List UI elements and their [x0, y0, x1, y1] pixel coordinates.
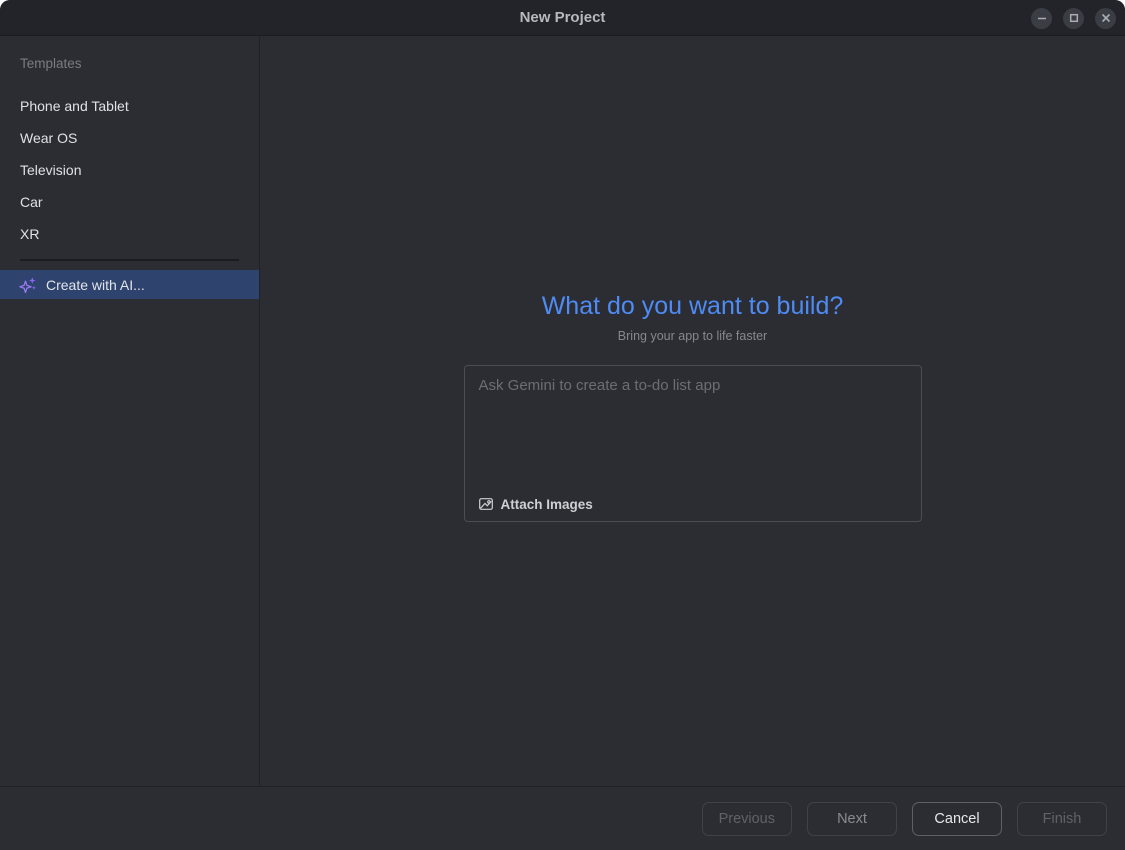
sidebar-item-xr[interactable]: XR: [0, 218, 259, 250]
window-controls: [1031, 0, 1116, 36]
templates-sidebar: Templates Phone and Tablet Wear OS Telev…: [0, 36, 260, 786]
sidebar-item-phone-and-tablet[interactable]: Phone and Tablet: [0, 90, 259, 122]
sidebar-header: Templates: [20, 56, 259, 71]
minimize-icon: [1037, 13, 1047, 23]
titlebar: New Project: [0, 0, 1125, 36]
sidebar-item-wear-os[interactable]: Wear OS: [0, 122, 259, 154]
create-with-ai-panel: What do you want to build? Bring your ap…: [260, 36, 1125, 786]
sidebar-item-car[interactable]: Car: [0, 186, 259, 218]
sidebar-divider: [20, 259, 239, 261]
attach-images-label: Attach Images: [501, 497, 593, 512]
wizard-footer: Previous Next Cancel Finish: [0, 786, 1125, 850]
prompt-box: Attach Images: [464, 365, 922, 522]
page-title: What do you want to build?: [542, 292, 844, 321]
sidebar-item-create-with-ai[interactable]: Create with AI...: [0, 270, 259, 299]
close-icon: [1101, 13, 1111, 23]
sidebar-item-label: Create with AI...: [46, 277, 145, 293]
previous-button[interactable]: Previous: [702, 802, 792, 836]
sidebar-item-television[interactable]: Television: [0, 154, 259, 186]
attach-images-button[interactable]: Attach Images: [474, 494, 597, 514]
finish-button[interactable]: Finish: [1017, 802, 1107, 836]
next-button[interactable]: Next: [807, 802, 897, 836]
close-button[interactable]: [1095, 8, 1116, 29]
template-list: Phone and Tablet Wear OS Television Car …: [0, 90, 259, 250]
image-icon: [478, 496, 494, 512]
maximize-button[interactable]: [1063, 8, 1084, 29]
gemini-sparkle-icon: [19, 276, 37, 294]
minimize-button[interactable]: [1031, 8, 1052, 29]
cancel-button[interactable]: Cancel: [912, 802, 1002, 836]
window-title: New Project: [520, 9, 606, 26]
new-project-dialog: New Project Templates: [0, 0, 1125, 850]
maximize-icon: [1069, 13, 1079, 23]
page-subtitle: Bring your app to life faster: [618, 329, 767, 343]
dialog-body: Templates Phone and Tablet Wear OS Telev…: [0, 36, 1125, 786]
